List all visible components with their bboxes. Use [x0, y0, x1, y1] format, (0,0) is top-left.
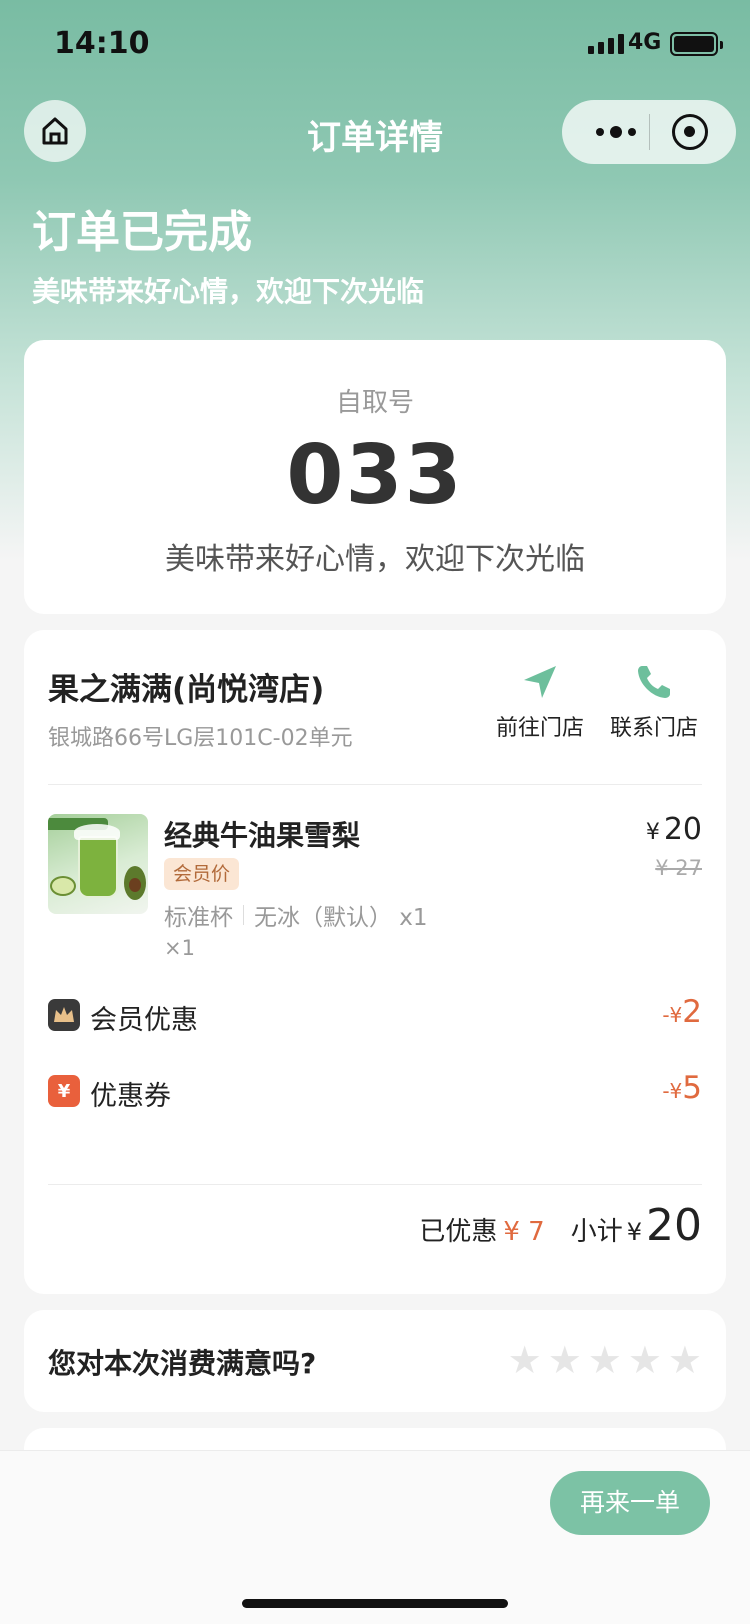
rating-card: 您对本次消费满意吗? ★ ★ ★ ★ ★ [24, 1310, 726, 1412]
divider [48, 784, 702, 785]
navigation-arrow-icon [524, 666, 556, 698]
home-indicator [242, 1599, 508, 1608]
pickup-label: 自取号 [335, 388, 414, 418]
pickup-card: 自取号 033 美味带来好心情，欢迎下次光临 [24, 340, 726, 614]
star-icon[interactable]: ★ [588, 1338, 622, 1382]
order-status-heading: 订单已完成 [32, 207, 252, 258]
star-icon[interactable]: ★ [548, 1338, 582, 1382]
product-price: ¥20 [646, 812, 702, 847]
pickup-message: 美味带来好心情，欢迎下次光临 [165, 542, 585, 577]
phone-icon [638, 666, 670, 698]
discount-label: 会员优惠 [90, 1005, 198, 1036]
order-card: 果之满满(尚悦湾店) 银城路66号LG层101C-02单元 前往门店 联系门店 [24, 630, 726, 1294]
product-quantity: ×1 [164, 936, 195, 960]
mini-program-capsule [562, 100, 736, 164]
store-address: 银城路66号LG层101C-02单元 [48, 726, 353, 751]
contact-store-button[interactable]: 联系门店 [604, 660, 704, 742]
order-summary: 已优惠 ¥ 7 小计 ¥ 20 [419, 1200, 702, 1251]
discount-row-member: 会员优惠 -¥2 [48, 994, 702, 1036]
battery-icon [670, 32, 723, 56]
saved-value: ¥ 7 [503, 1217, 545, 1247]
product-spec: 标准杯 无冰（默认） x1 [164, 898, 428, 932]
store-name: 果之满满(尚悦湾店) [48, 672, 325, 708]
reorder-button[interactable]: 再来一单 [550, 1471, 710, 1535]
pickup-number: 033 [286, 428, 464, 523]
coupon-yen-icon: ¥ [48, 1075, 80, 1107]
status-time: 14:10 [54, 26, 150, 61]
signal-icon [588, 34, 624, 54]
navigate-store-button[interactable]: 前往门店 [490, 660, 590, 742]
spec-separator [243, 905, 244, 925]
star-icon[interactable]: ★ [508, 1338, 542, 1382]
navigate-store-label: 前往门店 [495, 716, 584, 741]
discount-label: 优惠券 [90, 1081, 171, 1112]
subtotal-label: 小计 [570, 1217, 623, 1247]
member-price-tag: 会员价 [164, 858, 240, 890]
discount-value: -¥2 [662, 994, 702, 1030]
spec-ice: 无冰（默认） x1 [254, 905, 428, 931]
rating-question: 您对本次消费满意吗? [48, 1347, 317, 1380]
star-icon[interactable]: ★ [628, 1338, 662, 1382]
discount-value: -¥5 [662, 1070, 702, 1106]
order-status-subtitle: 美味带来好心情，欢迎下次光临 [32, 275, 425, 308]
product-image [48, 814, 148, 914]
crown-icon [48, 999, 80, 1031]
more-dots-icon[interactable] [586, 114, 646, 150]
original-price: ¥ 27 [655, 856, 702, 880]
capsule-divider [649, 114, 650, 150]
discount-row-coupon: ¥ 优惠券 -¥5 [48, 1070, 702, 1112]
bottom-action-bar: 再来一单 [0, 1450, 750, 1624]
subtotal-currency: ¥ [626, 1218, 642, 1246]
product-name: 经典牛油果雪梨 [164, 819, 361, 852]
divider [48, 1184, 702, 1185]
subtotal-value: 20 [646, 1200, 702, 1251]
contact-store-label: 联系门店 [609, 716, 698, 741]
status-bar: 14:10 4G [0, 0, 750, 88]
spec-size: 标准杯 [164, 905, 233, 931]
record-target-icon[interactable] [672, 114, 708, 150]
star-rating: ★ ★ ★ ★ ★ [508, 1338, 702, 1382]
order-detail-screen: 14:10 4G 订单详情 订单已完成 美味带来好心情，欢迎下次光临 自取号 0… [0, 0, 750, 1624]
price-currency: ¥ [645, 820, 660, 845]
price-value: 20 [663, 812, 702, 847]
network-label: 4G [628, 30, 662, 55]
star-icon[interactable]: ★ [668, 1338, 702, 1382]
saved-label: 已优惠 [419, 1217, 498, 1247]
